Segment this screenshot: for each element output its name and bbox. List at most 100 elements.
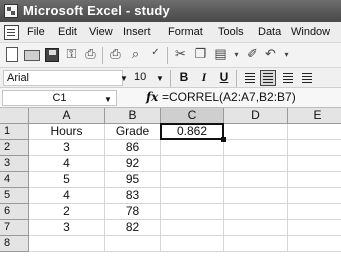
column-header-e[interactable]: E <box>288 108 341 124</box>
cell-b8[interactable] <box>105 236 161 252</box>
underline-button[interactable]: U <box>216 70 232 86</box>
font-name-value: Arial <box>7 72 30 84</box>
cell-c1[interactable]: 0.862 <box>160 123 224 140</box>
cell-b3[interactable]: 92 <box>105 156 161 172</box>
cell-d5[interactable] <box>224 188 288 204</box>
cell-d3[interactable] <box>224 156 288 172</box>
cell-a8[interactable] <box>29 236 105 252</box>
cell-d8[interactable] <box>224 236 288 252</box>
cell-d1[interactable] <box>224 124 288 140</box>
cell-e6[interactable] <box>288 204 341 220</box>
select-all-corner[interactable] <box>0 108 29 124</box>
column-header-a[interactable]: A <box>29 108 105 124</box>
cell-b7[interactable]: 82 <box>105 220 161 236</box>
row-header-6[interactable]: 6 <box>0 204 29 220</box>
cell-d7[interactable] <box>224 220 288 236</box>
cell-c4[interactable] <box>161 172 224 188</box>
save-icon[interactable] <box>44 47 61 63</box>
cell-b6[interactable]: 78 <box>105 204 161 220</box>
permission-icon[interactable]: ⚿ <box>63 46 80 63</box>
center-icon[interactable] <box>260 70 276 86</box>
cell-c5[interactable] <box>161 188 224 204</box>
cell-a3[interactable]: 4 <box>29 156 105 172</box>
undo-arrow-icon[interactable]: ▾ <box>278 47 295 63</box>
cell-e7[interactable] <box>288 220 341 236</box>
cell-a2[interactable]: 3 <box>29 140 105 156</box>
print-preview-icon[interactable]: ⎙ <box>82 46 99 63</box>
row-header-7[interactable]: 7 <box>0 220 29 236</box>
cell-a5[interactable]: 4 <box>29 188 105 204</box>
formula-input[interactable]: =CORREL(A2:A7,B2:B7) <box>162 90 341 106</box>
copy-icon[interactable]: ❐ <box>192 46 209 63</box>
row-header-4[interactable]: 4 <box>0 172 29 188</box>
column-header-b[interactable]: B <box>105 108 161 124</box>
menu-bar: File Edit View Insert Format Tools Data … <box>0 22 341 43</box>
cell-e1[interactable] <box>288 124 341 140</box>
paste-icon[interactable]: ▤ <box>212 46 229 63</box>
menu-data[interactable]: Data <box>258 26 281 38</box>
menu-view[interactable]: View <box>89 26 113 38</box>
cell-e4[interactable] <box>288 172 341 188</box>
cell-d6[interactable] <box>224 204 288 220</box>
align-left-icon[interactable] <box>242 70 258 86</box>
column-header-c[interactable]: C <box>161 108 224 124</box>
open-icon[interactable] <box>24 47 41 63</box>
undo-icon[interactable]: ↶ <box>262 46 279 63</box>
size-dropdown-icon[interactable]: ▼ <box>156 74 164 83</box>
cell-b5[interactable]: 83 <box>105 188 161 204</box>
font-name-select[interactable]: Arial <box>3 70 123 86</box>
research-icon[interactable]: ⌕ <box>127 46 144 63</box>
merge-center-icon[interactable] <box>299 70 315 86</box>
paste-options-arrow-icon[interactable]: ▾ <box>228 47 245 63</box>
menu-tools[interactable]: Tools <box>218 26 244 38</box>
cell-a7[interactable]: 3 <box>29 220 105 236</box>
font-dropdown-icon[interactable]: ▼ <box>120 74 128 83</box>
align-right-icon[interactable] <box>280 70 296 86</box>
toolbar-separator <box>236 70 237 87</box>
name-box[interactable]: C1 <box>2 90 117 106</box>
menu-format[interactable]: Format <box>168 26 203 38</box>
menu-edit[interactable]: Edit <box>58 26 77 38</box>
cell-c8[interactable] <box>161 236 224 252</box>
new-icon[interactable] <box>4 47 21 63</box>
menu-window[interactable]: Window <box>291 26 330 38</box>
cell-e3[interactable] <box>288 156 341 172</box>
row-header-3[interactable]: 3 <box>0 156 29 172</box>
cell-c6[interactable] <box>161 204 224 220</box>
row-header-8[interactable]: 8 <box>0 236 29 252</box>
insert-function-icon[interactable]: fx <box>146 90 158 104</box>
cell-a4[interactable]: 5 <box>29 172 105 188</box>
fill-handle[interactable] <box>221 137 226 142</box>
italic-button[interactable]: I <box>196 70 212 86</box>
cell-a6[interactable]: 2 <box>29 204 105 220</box>
row-header-2[interactable]: 2 <box>0 140 29 156</box>
row-header-1[interactable]: 1 <box>0 124 29 140</box>
cut-icon[interactable]: ✂ <box>172 46 189 63</box>
cell-b4[interactable]: 95 <box>105 172 161 188</box>
menu-insert[interactable]: Insert <box>123 26 151 38</box>
excel-app-icon[interactable] <box>4 4 18 18</box>
cell-e2[interactable] <box>288 140 341 156</box>
menu-file[interactable]: File <box>27 26 45 38</box>
cell-c7[interactable] <box>161 220 224 236</box>
name-box-dropdown-icon[interactable]: ▼ <box>104 95 112 104</box>
row-header-5[interactable]: 5 <box>0 188 29 204</box>
cell-c2[interactable] <box>161 140 224 156</box>
cell-c3[interactable] <box>161 156 224 172</box>
worksheet-grid: A B C D E 1 Hours Grade 0.862 2 3 86 3 4 92 4 5 95 5 4 83 6 2 7… <box>0 108 341 271</box>
format-painter-icon[interactable]: ✐ <box>244 46 261 63</box>
cell-b1[interactable]: Grade <box>105 124 161 140</box>
toolbar-separator <box>167 47 168 64</box>
print-icon[interactable]: ⎙ <box>107 46 124 63</box>
column-header-d[interactable]: D <box>224 108 288 124</box>
bold-button[interactable]: B <box>176 70 192 86</box>
cell-d2[interactable] <box>224 140 288 156</box>
cell-a1[interactable]: Hours <box>29 124 105 140</box>
cell-e5[interactable] <box>288 188 341 204</box>
cell-d4[interactable] <box>224 172 288 188</box>
workbook-icon[interactable] <box>4 25 19 40</box>
cell-e8[interactable] <box>288 236 341 252</box>
spelling-icon[interactable]: ✓ <box>147 47 164 63</box>
cell-b2[interactable]: 86 <box>105 140 161 156</box>
toolbar-separator <box>170 70 171 87</box>
